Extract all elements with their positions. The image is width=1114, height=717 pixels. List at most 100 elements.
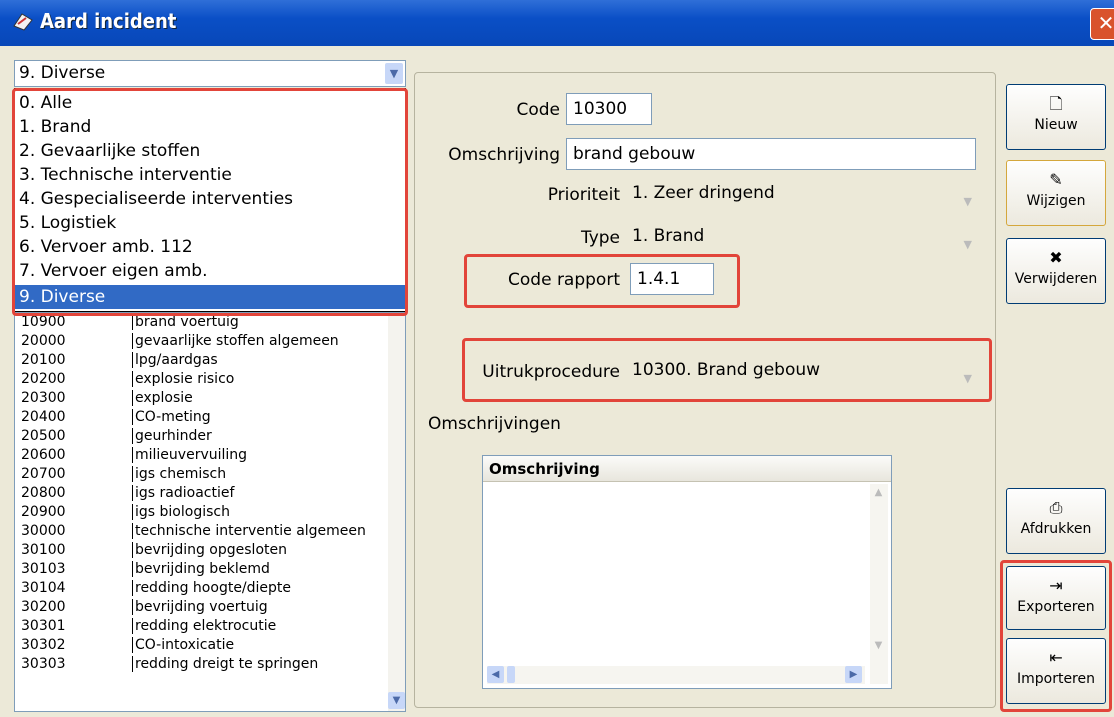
table-row[interactable]: 20000 gevaarlijke stoffen algemeen — [15, 333, 385, 349]
chevron-down-icon[interactable]: ▼ — [870, 637, 887, 654]
omschrijving-field[interactable]: brand gebouw — [566, 138, 976, 170]
table-row[interactable]: 30302 CO-intoxicatie — [15, 637, 385, 653]
vertical-scrollbar[interactable]: ▲ ▼ — [870, 484, 888, 684]
table-row[interactable]: 30000 technische interventie algemeen — [15, 523, 385, 539]
row-code: 30100 — [21, 542, 66, 558]
row-description: redding elektrocutie — [132, 618, 276, 634]
row-code: 30104 — [21, 580, 66, 596]
afdrukken-label: Afdrukken — [1020, 521, 1092, 537]
table-row[interactable]: 30301 redding elektrocutie — [15, 618, 385, 634]
row-description: explosie risico — [132, 371, 234, 387]
omschrijvingen-label: Omschrijvingen — [428, 414, 561, 434]
table-row[interactable]: 20600 milieuvervuiling — [15, 447, 385, 463]
table-row[interactable]: 20800 igs radioactief — [15, 485, 385, 501]
table-row[interactable]: 20700 igs chemisch — [15, 466, 385, 482]
list-scrollbar[interactable]: ▼ — [388, 313, 405, 711]
chevron-down-icon[interactable]: ▼ — [388, 692, 405, 709]
row-code: 30200 — [21, 599, 66, 615]
row-code: 30000 — [21, 523, 66, 539]
app-icon — [13, 13, 33, 31]
chevron-up-icon[interactable]: ▲ — [870, 484, 887, 501]
row-code: 20000 — [21, 333, 66, 349]
row-code: 20800 — [21, 485, 66, 501]
omschrijving-label: Omschrijving — [448, 145, 560, 165]
prioriteit-label: Prioriteit — [547, 185, 620, 205]
table-row[interactable]: 20300 explosie — [15, 390, 385, 406]
edit-icon: ✎ — [1049, 170, 1063, 189]
verwijderen-label: Verwijderen — [1014, 271, 1098, 287]
type-select[interactable]: 1. Brand ▼ — [626, 221, 978, 253]
row-code: 20200 — [21, 371, 66, 387]
row-code: 20700 — [21, 466, 66, 482]
code-label: Code — [516, 100, 560, 120]
table-row[interactable]: 30100 bevrijding opgesloten — [15, 542, 385, 558]
chevron-down-icon: ▼ — [963, 238, 972, 251]
window-title: Aard incident — [40, 9, 177, 33]
row-code: 20600 — [21, 447, 66, 463]
table-row[interactable]: 30200 bevrijding voertuig — [15, 599, 385, 615]
row-description: geurhinder — [132, 428, 212, 444]
table-row[interactable]: 20400 CO-meting — [15, 409, 385, 425]
row-description: bevrijding opgesloten — [132, 542, 287, 558]
table-row[interactable]: 20100 lpg/aardgas — [15, 352, 385, 368]
row-code: 10900 — [21, 314, 66, 330]
nieuw-label: Nieuw — [1034, 117, 1078, 133]
row-code: 20100 — [21, 352, 66, 368]
nieuw-button[interactable]: 🗋 Nieuw — [1006, 84, 1106, 150]
category-select-value: 9. Diverse — [19, 63, 106, 83]
close-button[interactable]: ✕ — [1090, 8, 1114, 40]
omschrijvingen-grid[interactable]: Omschrijving ▲ ▼ ◀ ▶ — [482, 455, 892, 689]
row-code: 30303 — [21, 656, 66, 672]
row-code: 20400 — [21, 409, 66, 425]
row-description: technische interventie algemeen — [132, 523, 366, 539]
table-row[interactable]: 30104 redding hoogte/diepte — [15, 580, 385, 596]
prioriteit-value: 1. Zeer dringend — [632, 183, 775, 203]
table-row[interactable]: 20900 igs biologisch — [15, 504, 385, 520]
row-code: 20900 — [21, 504, 66, 520]
row-description: bevrijding beklemd — [132, 561, 270, 577]
table-row[interactable]: 10900 brand voertuig — [15, 314, 385, 330]
incident-list[interactable]: 10900 brand voertuig 20000 gevaarlijke sto… — [14, 312, 406, 712]
type-value: 1. Brand — [632, 226, 705, 246]
chevron-down-icon[interactable]: ▼ — [385, 63, 403, 84]
row-description: brand voertuig — [132, 314, 239, 330]
delete-icon: ✖ — [1049, 248, 1063, 267]
row-description: redding dreigt te springen — [132, 656, 318, 672]
afdrukken-button[interactable]: ⎙ Afdrukken — [1006, 488, 1106, 554]
wijzigen-button[interactable]: ✎ Wijzigen — [1006, 160, 1106, 226]
row-code: 30301 — [21, 618, 66, 634]
verwijderen-button[interactable]: ✖ Verwijderen — [1006, 238, 1106, 304]
highlight-box — [12, 88, 408, 316]
row-description: bevrijding voertuig — [132, 599, 268, 615]
highlight-box — [462, 338, 992, 402]
table-row[interactable]: 20200 explosie risico — [15, 371, 385, 387]
row-description: CO-intoxicatie — [132, 637, 234, 653]
chevron-right-icon[interactable]: ▶ — [845, 666, 862, 683]
code-field[interactable]: 10300 — [566, 93, 652, 125]
prioriteit-select[interactable]: 1. Zeer dringend ▼ — [626, 178, 978, 210]
new-document-icon: 🗋 — [1049, 94, 1063, 113]
scroll-thumb[interactable] — [507, 666, 515, 683]
table-row[interactable]: 20500 geurhinder — [15, 428, 385, 444]
table-row[interactable]: 30303 redding dreigt te springen — [15, 656, 385, 672]
category-select[interactable]: 9. Diverse ▼ — [14, 60, 406, 87]
wijzigen-label: Wijzigen — [1026, 193, 1086, 209]
row-description: redding hoogte/diepte — [132, 580, 291, 596]
highlight-box — [464, 254, 740, 308]
row-description: milieuvervuiling — [132, 447, 247, 463]
highlight-box — [1000, 560, 1112, 712]
row-description: explosie — [132, 390, 193, 406]
title-bar: Aard incident ✕ — [0, 0, 1114, 46]
row-description: igs biologisch — [132, 504, 230, 520]
table-row[interactable]: 30103 bevrijding beklemd — [15, 561, 385, 577]
row-code: 20300 — [21, 390, 66, 406]
row-code: 30103 — [21, 561, 66, 577]
horizontal-scrollbar[interactable]: ◀ ▶ — [487, 666, 865, 684]
row-description: lpg/aardgas — [132, 352, 218, 368]
row-code: 30302 — [21, 637, 66, 653]
row-description: igs radioactief — [132, 485, 234, 501]
chevron-left-icon[interactable]: ◀ — [487, 666, 504, 683]
chevron-down-icon: ▼ — [963, 195, 972, 208]
grid-column-header[interactable]: Omschrijving — [483, 456, 891, 482]
type-label: Type — [580, 228, 620, 248]
